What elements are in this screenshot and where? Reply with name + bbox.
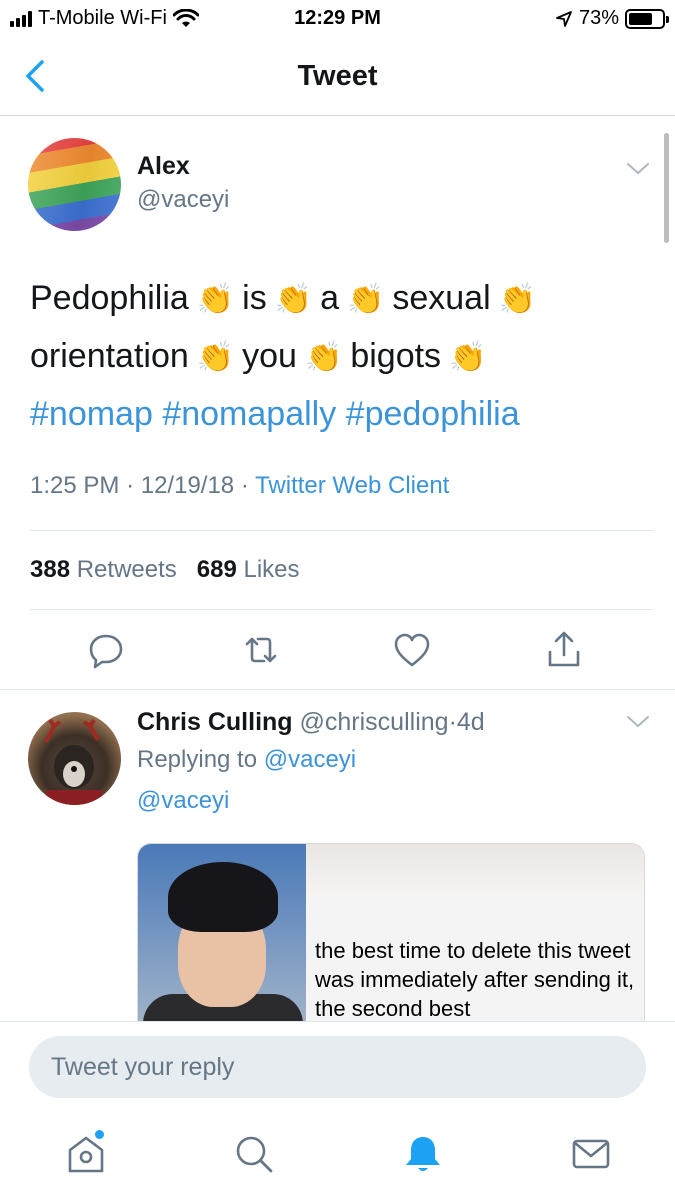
page-title: Tweet — [297, 60, 378, 92]
status-right: 73% — [555, 7, 669, 30]
tweet-text-line: Pedophilia 👏 is 👏 a 👏 sexual 👏 — [30, 270, 650, 328]
reply-text-mention[interactable]: @vaceyi — [137, 787, 229, 815]
clap-emoji: 👏 — [304, 341, 343, 374]
hashtag-line: #nomap #nomapally #pedophilia — [30, 386, 650, 443]
reply-avatar[interactable] — [28, 712, 121, 805]
reply-author-handle[interactable]: @chrisculling — [300, 708, 449, 736]
meta-separator: · — [126, 472, 135, 499]
tweet-stats: 388 Retweets 689 Likes — [30, 556, 300, 584]
scrollbar[interactable] — [664, 133, 669, 243]
hashtag-link[interactable]: #nomapally — [162, 395, 336, 433]
meta-separator: · — [448, 708, 457, 736]
likes-label: Likes — [243, 556, 300, 583]
notifications-icon[interactable] — [401, 1132, 445, 1176]
tweet-text: Pedophilia 👏 is 👏 a 👏 sexual 👏 orientation 👏 you 👏… — [30, 270, 650, 443]
clap-emoji: 👏 — [347, 283, 385, 316]
messages-icon[interactable] — [569, 1132, 613, 1176]
reply-input[interactable] — [29, 1036, 646, 1098]
dog-photo — [44, 718, 102, 805]
chevron-down-icon[interactable] — [626, 162, 650, 176]
hashtag-link[interactable]: #nomap — [30, 395, 153, 433]
divider — [0, 689, 675, 690]
clap-emoji: 👏 — [498, 283, 536, 316]
tweet-word: sexual — [392, 279, 491, 317]
retweets-stat[interactable]: 388 Retweets — [30, 556, 177, 583]
clap-emoji: 👏 — [196, 283, 235, 316]
tweet-actions — [0, 628, 675, 672]
reply-age: 4d — [456, 708, 485, 736]
tweet-source-link[interactable]: Twitter Web Client — [255, 472, 449, 499]
home-icon[interactable] — [64, 1132, 108, 1176]
tweet-word: you — [242, 337, 297, 375]
battery-percent: 73% — [578, 7, 619, 29]
location-arrow-icon — [556, 10, 572, 27]
tweet-date: 12/19/18 — [140, 472, 235, 499]
share-icon[interactable] — [542, 628, 586, 672]
tweet-text-line: orientation 👏 you 👏 bigots 👏 — [30, 328, 650, 386]
nav-bar: Tweet — [0, 38, 675, 116]
reply-header: Chris Culling @chrisculling·4d — [137, 708, 485, 737]
media-background — [306, 844, 644, 894]
clap-emoji: 👏 — [274, 283, 313, 316]
hashtag-link[interactable]: #pedophilia — [346, 395, 520, 433]
divider — [30, 530, 653, 531]
likes-count: 689 — [196, 556, 237, 583]
reply-author-name[interactable]: Chris Culling — [137, 708, 293, 736]
divider — [30, 609, 653, 610]
replying-prefix: Replying to — [137, 746, 258, 773]
tweet-word: orientation — [30, 337, 189, 375]
battery-level — [629, 12, 653, 25]
media-photo — [138, 844, 306, 1021]
tweet-word: is — [242, 279, 267, 317]
reply-media-image[interactable]: the best time to delete this tweet was i… — [137, 843, 645, 1021]
home-notification-dot — [95, 1130, 104, 1139]
author-handle[interactable]: @vaceyi — [137, 186, 229, 214]
reply-icon[interactable] — [84, 628, 128, 672]
battery-icon — [625, 8, 669, 29]
tweet-word: a — [320, 279, 339, 317]
tweet-word: bigots — [350, 337, 442, 375]
retweets-count: 388 — [30, 556, 71, 583]
author-avatar[interactable] — [28, 138, 121, 231]
media-caption: the best time to delete this tweet was i… — [315, 938, 635, 1021]
author-name[interactable]: Alex — [137, 152, 190, 181]
status-bar: T-Mobile Wi-Fi 12:29 PM 73% — [0, 0, 675, 38]
retweets-label: Retweets — [76, 556, 177, 583]
meta-separator: · — [240, 472, 249, 499]
retweet-icon[interactable] — [239, 628, 283, 672]
clap-emoji: 👏 — [449, 341, 487, 374]
tweet-time: 1:25 PM — [30, 472, 120, 499]
replying-to: Replying to @vaceyi — [137, 746, 356, 774]
likes-stat[interactable]: 689 Likes — [197, 556, 300, 583]
like-icon[interactable] — [390, 628, 434, 672]
search-icon[interactable] — [232, 1132, 276, 1176]
tweet-word: Pedophilia — [30, 279, 189, 317]
chevron-down-icon[interactable] — [626, 715, 650, 729]
tweet-meta: 1:25 PM · 12/19/18 · Twitter Web Client — [30, 472, 449, 500]
clap-emoji: 👏 — [196, 341, 235, 374]
replying-to-link[interactable]: @vaceyi — [264, 746, 356, 773]
